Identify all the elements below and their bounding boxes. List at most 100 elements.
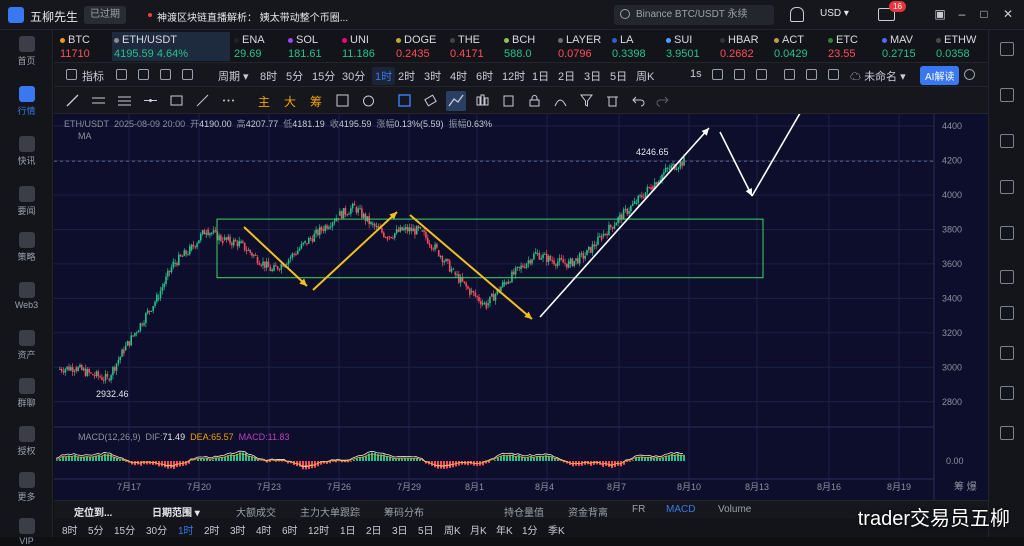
period-option[interactable]: 5分 bbox=[286, 68, 303, 84]
main-chip-tool[interactable]: 主 bbox=[258, 93, 270, 110]
trash-icon[interactable] bbox=[606, 94, 619, 107]
undo-icon[interactable] bbox=[632, 94, 645, 107]
ticker-item[interactable]: ENA29.69 bbox=[232, 32, 290, 61]
sidebar-item-10[interactable]: VIP bbox=[0, 518, 53, 546]
more-tools-icon[interactable] bbox=[222, 94, 235, 107]
bottom-period-option[interactable]: 8时 bbox=[62, 522, 78, 537]
ticker-item[interactable]: SOL181.61 bbox=[286, 32, 344, 61]
sidebar-item-2[interactable]: 快讯 bbox=[0, 136, 53, 167]
layout-icon[interactable]: ▣ bbox=[934, 8, 946, 20]
sidebar-item-3[interactable]: 要闻 bbox=[0, 186, 53, 217]
rectangle-icon[interactable] bbox=[170, 94, 183, 107]
filter-icon[interactable] bbox=[580, 94, 593, 107]
select-tool-icon[interactable] bbox=[398, 94, 411, 107]
period-option[interactable]: 6时 bbox=[476, 68, 493, 84]
bottom-period-option[interactable]: 季K bbox=[548, 522, 565, 537]
sidebar-item-9[interactable]: 更多 bbox=[0, 472, 53, 503]
code-icon[interactable] bbox=[756, 69, 767, 80]
horizontal-ray-icon[interactable] bbox=[92, 94, 105, 107]
sidebar-item-1[interactable]: 行情 bbox=[0, 86, 53, 117]
period-option[interactable]: 15分 bbox=[312, 68, 335, 84]
bottom-period-option[interactable]: 2日 bbox=[366, 522, 382, 537]
locate-button[interactable]: 定位到... bbox=[74, 504, 112, 519]
bottom-period-option[interactable]: 年K bbox=[496, 522, 513, 537]
sidebar-item-7[interactable]: 群聊 bbox=[0, 378, 53, 409]
bottom-period-option[interactable]: 15分 bbox=[114, 522, 135, 537]
grid-icon[interactable] bbox=[1000, 270, 1014, 284]
indicator-tab[interactable]: 持仓量值 bbox=[504, 504, 544, 519]
bottom-period-option[interactable]: 月K bbox=[470, 522, 487, 537]
date-range-button[interactable]: 日期范围 ▾ bbox=[152, 504, 200, 519]
bottom-period-option[interactable]: 2时 bbox=[204, 522, 220, 537]
ticker-item[interactable]: MAV0.2715 bbox=[880, 32, 938, 61]
sidebar-item-0[interactable]: 首页 bbox=[0, 36, 53, 67]
ticker-item[interactable]: DOGE0.2435 bbox=[394, 32, 452, 61]
trades-icon[interactable] bbox=[1000, 134, 1014, 148]
chart-canvas[interactable]: 2800300032003400360038004000420044002932… bbox=[54, 114, 988, 502]
ticker-item[interactable]: HBAR0.2682 bbox=[718, 32, 776, 61]
bottom-period-option[interactable]: 1时 bbox=[178, 522, 194, 537]
sidebar-item-8[interactable]: 授权 bbox=[0, 426, 53, 457]
search-input[interactable]: Binance BTC/USDT 永续 bbox=[614, 5, 774, 25]
unnamed-template[interactable]: ☁ 未命名 ▾ bbox=[850, 68, 906, 84]
period-option[interactable]: 周K bbox=[636, 68, 654, 84]
magnet-tool-icon[interactable] bbox=[446, 91, 466, 111]
ticker-item[interactable]: BTC11710 bbox=[58, 32, 116, 61]
template-icon[interactable] bbox=[182, 69, 193, 80]
settings-icon[interactable] bbox=[1000, 426, 1014, 440]
period-option[interactable]: 1时 bbox=[372, 67, 395, 85]
ai-interpret-button[interactable]: AI解读 bbox=[920, 66, 959, 85]
curve-icon[interactable] bbox=[554, 94, 567, 107]
indicator-tab[interactable]: MACD bbox=[666, 504, 695, 515]
news-ticker[interactable]: 神渡区块链直播解析： 姨太带动整个币圈... bbox=[157, 9, 348, 24]
bottom-period-option[interactable]: 6时 bbox=[282, 522, 298, 537]
period-option[interactable]: 3时 bbox=[424, 68, 441, 84]
sidebar-item-6[interactable]: 资产 bbox=[0, 330, 53, 361]
price-chart[interactable]: 2800300032003400360038004000420044002932… bbox=[54, 114, 988, 502]
orderbook-icon[interactable] bbox=[1000, 88, 1014, 102]
expand-icon[interactable] bbox=[1000, 346, 1014, 360]
period-option[interactable]: 2日 bbox=[558, 68, 575, 84]
camera-icon[interactable] bbox=[712, 69, 723, 80]
indicator-tab[interactable]: 资金背离 bbox=[568, 504, 608, 519]
indicators-button[interactable]: 指标 bbox=[82, 68, 104, 84]
period-option[interactable]: 30分 bbox=[342, 68, 365, 84]
minimize-icon[interactable]: – bbox=[956, 8, 968, 20]
pattern-icon[interactable] bbox=[476, 94, 489, 107]
period-option[interactable]: 1日 bbox=[532, 68, 549, 84]
period-option[interactable]: 12时 bbox=[502, 68, 525, 84]
clipboard-icon[interactable] bbox=[502, 94, 515, 107]
bottom-period-option[interactable]: 周K bbox=[444, 522, 461, 537]
bottom-period-option[interactable]: 5分 bbox=[88, 522, 104, 537]
period-option[interactable]: 3日 bbox=[584, 68, 601, 84]
period-option[interactable]: 4时 bbox=[450, 68, 467, 84]
ticker-item[interactable]: THE0.4171 bbox=[448, 32, 506, 61]
chip-tool[interactable]: 筹 bbox=[310, 93, 322, 110]
ticker-item[interactable]: ETHW0.0358 bbox=[934, 32, 988, 61]
ticker-item[interactable]: ACT0.0429 bbox=[772, 32, 830, 61]
bottom-period-option[interactable]: 5日 bbox=[418, 522, 434, 537]
ticker-item[interactable]: LAYER0.0796 bbox=[556, 32, 614, 61]
ticker-item[interactable]: UNI11.186 bbox=[340, 32, 398, 61]
period-option[interactable]: 8时 bbox=[260, 68, 277, 84]
ticker-item[interactable]: ETH/USDT4195.59 4.64% bbox=[112, 32, 230, 61]
bottom-period-option[interactable]: 30分 bbox=[146, 522, 167, 537]
calculator-icon[interactable] bbox=[1000, 226, 1014, 240]
period-option[interactable]: 5日 bbox=[610, 68, 627, 84]
parallel-channel-icon[interactable] bbox=[118, 94, 131, 107]
bottom-period-option[interactable]: 3时 bbox=[230, 522, 246, 537]
compare-icon[interactable] bbox=[160, 69, 171, 80]
pen-icon[interactable] bbox=[734, 69, 745, 80]
indicator-tab[interactable]: 筹码分布 bbox=[384, 504, 424, 519]
big-order-tool[interactable]: 大 bbox=[284, 93, 296, 110]
bottom-period-option[interactable]: 12时 bbox=[308, 522, 329, 537]
ticker-item[interactable]: SUI3.9501 bbox=[664, 32, 722, 61]
redo-icon[interactable] bbox=[656, 94, 669, 107]
close-icon[interactable]: ✕ bbox=[1002, 8, 1014, 20]
currency-select[interactable]: USD ▾ bbox=[820, 8, 849, 19]
realtime-button[interactable]: 1s bbox=[690, 68, 702, 80]
expand-icon[interactable] bbox=[784, 69, 795, 80]
timer-icon[interactable] bbox=[362, 94, 375, 107]
share-icon[interactable] bbox=[964, 69, 975, 80]
indicator-tab[interactable]: FR bbox=[632, 504, 645, 515]
